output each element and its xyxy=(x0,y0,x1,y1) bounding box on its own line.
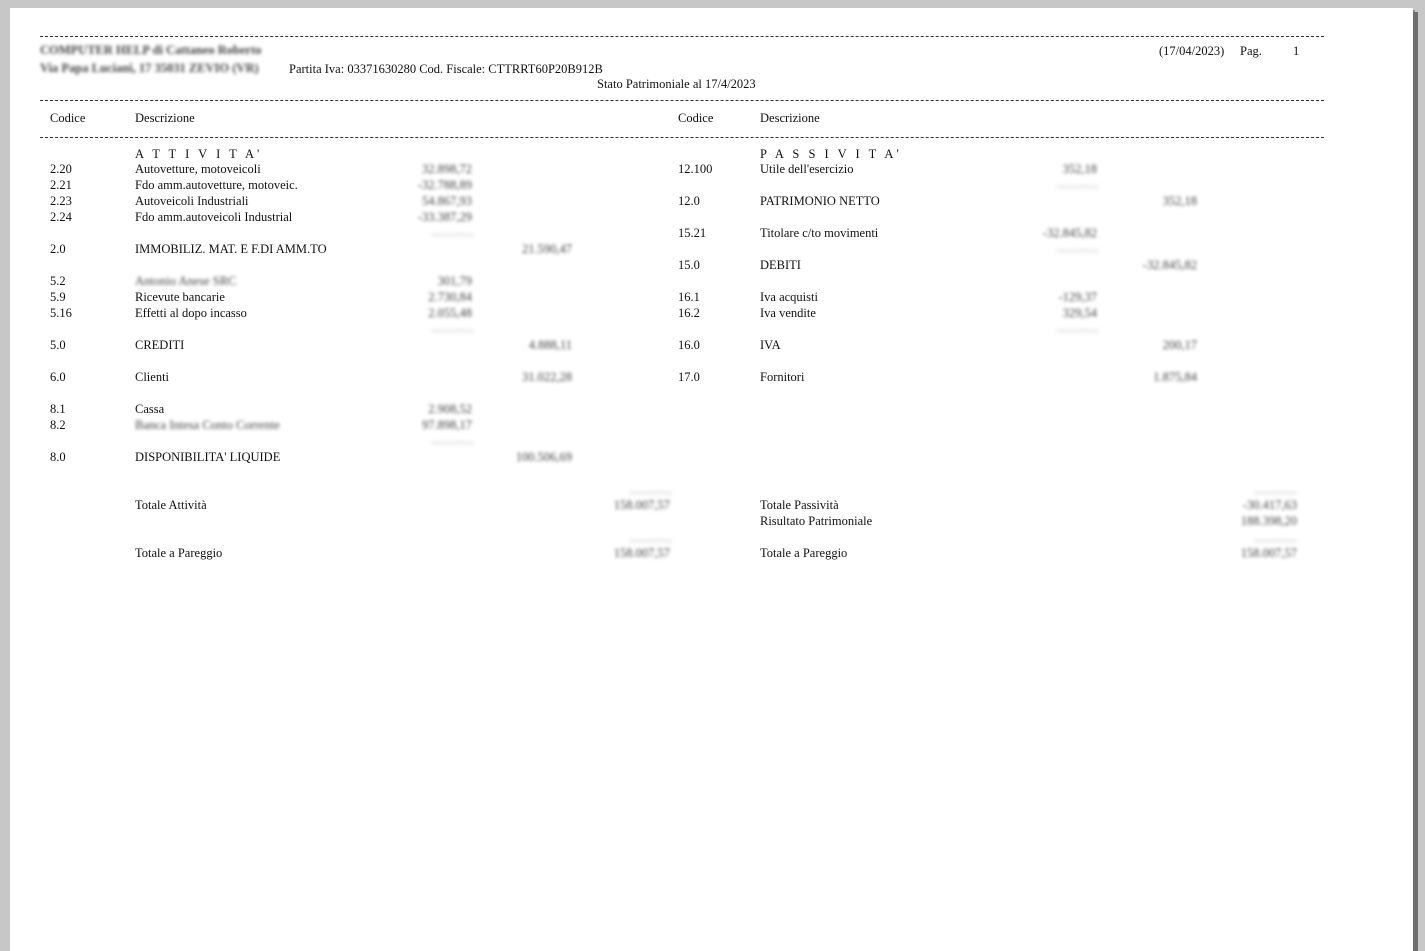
right-group-total: 352,18 xyxy=(1162,194,1197,208)
right-group-desc: IVA xyxy=(760,338,781,352)
left-group-total: 21.590,47 xyxy=(522,242,572,256)
left-row-amount: 2.908,52 xyxy=(428,402,472,416)
sum-separator: ---------------- xyxy=(1056,326,1099,335)
col-left-desc: Descrizione xyxy=(135,111,195,125)
left-group-desc: DISPONIBILITA' LIQUIDE xyxy=(135,450,281,464)
company-name: COMPUTER HELP di Cattaneo Roberto xyxy=(40,43,262,57)
totale-passivita-label: Totale Passività xyxy=(760,498,839,512)
left-row-code: 8.1 xyxy=(50,402,66,416)
left-row-amount: -32.788,89 xyxy=(417,178,472,192)
right-group-desc: Fornitori xyxy=(760,370,805,384)
report-date: (17/04/2023) xyxy=(1159,44,1225,58)
right-group-desc: PATRIMONIO NETTO xyxy=(760,194,880,208)
right-row-desc: Iva acquisti xyxy=(760,290,818,304)
left-row-desc: Effetti al dopo incasso xyxy=(135,306,247,320)
left-row-code: 2.24 xyxy=(50,210,72,224)
left-row-desc: Ricevute bancarie xyxy=(135,290,225,304)
left-row-desc: Banca Intesa Conto Corrente xyxy=(135,418,280,432)
left-group-code: 5.0 xyxy=(50,338,66,352)
tax-info: Partita Iva: 03371630280 Cod. Fiscale: C… xyxy=(289,62,603,76)
right-row-amount: 352,18 xyxy=(1062,162,1097,176)
left-row-code: 8.2 xyxy=(50,418,66,432)
sum-separator: ---------------- xyxy=(431,326,474,335)
right-group-total: -32.845,82 xyxy=(1142,258,1197,272)
left-group-total: 31.022,28 xyxy=(522,370,572,384)
col-right-code: Codice xyxy=(678,111,714,125)
left-row-amount: 301,79 xyxy=(437,274,472,288)
right-row-code: 15.21 xyxy=(678,226,707,240)
left-group-total: 4.888,11 xyxy=(528,338,572,352)
left-row-amount: 2.055,48 xyxy=(428,306,472,320)
header-separator xyxy=(40,100,1324,101)
right-row-code: 12.100 xyxy=(678,162,713,176)
left-row-code: 2.20 xyxy=(50,162,72,176)
right-group-desc: DEBITI xyxy=(760,258,801,272)
right-row-desc: Iva vendite xyxy=(760,306,816,320)
left-group-code: 8.0 xyxy=(50,450,66,464)
left-row-code: 5.2 xyxy=(50,274,66,288)
risultato-patrimoniale-label: Risultato Patrimoniale xyxy=(760,514,873,528)
sum-separator: ---------------- xyxy=(431,230,474,239)
left-group-code: 2.0 xyxy=(50,242,66,256)
totale-attivita-label: Totale Attività xyxy=(135,498,207,512)
pareggio-right-label: Totale a Pareggio xyxy=(760,546,848,560)
left-group-desc: Clienti xyxy=(135,370,170,384)
right-row-code: 16.2 xyxy=(678,306,700,320)
right-row-amount: -32.845,82 xyxy=(1042,226,1097,240)
pareggio-right-value: 158.007,57 xyxy=(1240,546,1297,560)
pareggio-left-label: Totale a Pareggio xyxy=(135,546,223,560)
left-row-desc: Fdo amm.autovetture, motoveic. xyxy=(135,178,298,192)
left-row-code: 2.23 xyxy=(50,194,72,208)
report-title: Stato Patrimoniale al 17/4/2023 xyxy=(597,77,756,91)
report-page: COMPUTER HELP di Cattaneo Roberto Via Pa… xyxy=(10,8,1413,951)
left-row-desc: Autovetture, motoveicoli xyxy=(135,162,261,176)
sum-separator: ---------------- xyxy=(1056,182,1099,191)
header-separator-top xyxy=(40,36,1324,37)
right-group-code: 12.0 xyxy=(678,194,700,208)
left-row-amount: -33.387,29 xyxy=(417,210,472,224)
left-row-desc: Autoveicoli Industriali xyxy=(135,194,249,208)
sum-separator: ---------------- xyxy=(1056,246,1099,255)
risultato-patrimoniale-value: 188.398,20 xyxy=(1240,514,1297,528)
right-row-amount: -129,37 xyxy=(1058,290,1097,304)
page-shadow xyxy=(1413,12,1418,951)
left-row-desc: Cassa xyxy=(135,402,165,416)
right-row-desc: Titolare c/to movimenti xyxy=(760,226,879,240)
attivita-title: A T T I V I T A' xyxy=(135,147,263,161)
sum-separator: ---------------- xyxy=(431,438,474,447)
col-right-desc: Descrizione xyxy=(760,111,820,125)
left-row-amount: 54.867,93 xyxy=(422,194,472,208)
col-left-code: Codice xyxy=(50,111,86,125)
left-group-desc: CREDITI xyxy=(135,338,185,352)
company-address: Via Papa Luciani, 17 35031 ZEVIO (VR) xyxy=(40,61,259,75)
right-group-code: 15.0 xyxy=(678,258,700,272)
totale-attivita-value: 158.007,57 xyxy=(613,498,670,512)
left-row-code: 5.16 xyxy=(50,306,72,320)
columns-separator xyxy=(40,137,1324,138)
right-group-code: 17.0 xyxy=(678,370,700,384)
left-row-amount: 97.898,17 xyxy=(422,418,472,432)
pareggio-left-value: 158.007,57 xyxy=(613,546,670,560)
right-row-code: 16.1 xyxy=(678,290,700,304)
left-group-code: 6.0 xyxy=(50,370,66,384)
right-row-amount: 329,54 xyxy=(1062,306,1097,320)
right-row-desc: Utile dell'esercizio xyxy=(760,162,854,176)
left-row-code: 5.9 xyxy=(50,290,66,304)
left-row-amount: 2.730,84 xyxy=(428,290,472,304)
left-row-code: 2.21 xyxy=(50,178,72,192)
left-row-desc: Fdo amm.autoveicoli Industrial xyxy=(135,210,293,224)
passivita-title: P A S S I V I T A' xyxy=(760,147,902,161)
left-group-total: 100.506,69 xyxy=(515,450,572,464)
right-group-total: 1.875,84 xyxy=(1153,370,1197,384)
left-row-desc: Antonio Anese SRC xyxy=(135,274,237,288)
left-row-amount: 32.898,72 xyxy=(422,162,472,176)
left-group-desc: IMMOBILIZ. MAT. E F.DI AMM.TO xyxy=(135,242,327,256)
right-group-code: 16.0 xyxy=(678,338,700,352)
right-group-total: 200,17 xyxy=(1162,338,1197,352)
page-label: Pag. xyxy=(1240,44,1262,58)
page-number: 1 xyxy=(1293,44,1300,58)
totale-passivita-value: -30.417,63 xyxy=(1242,498,1297,512)
